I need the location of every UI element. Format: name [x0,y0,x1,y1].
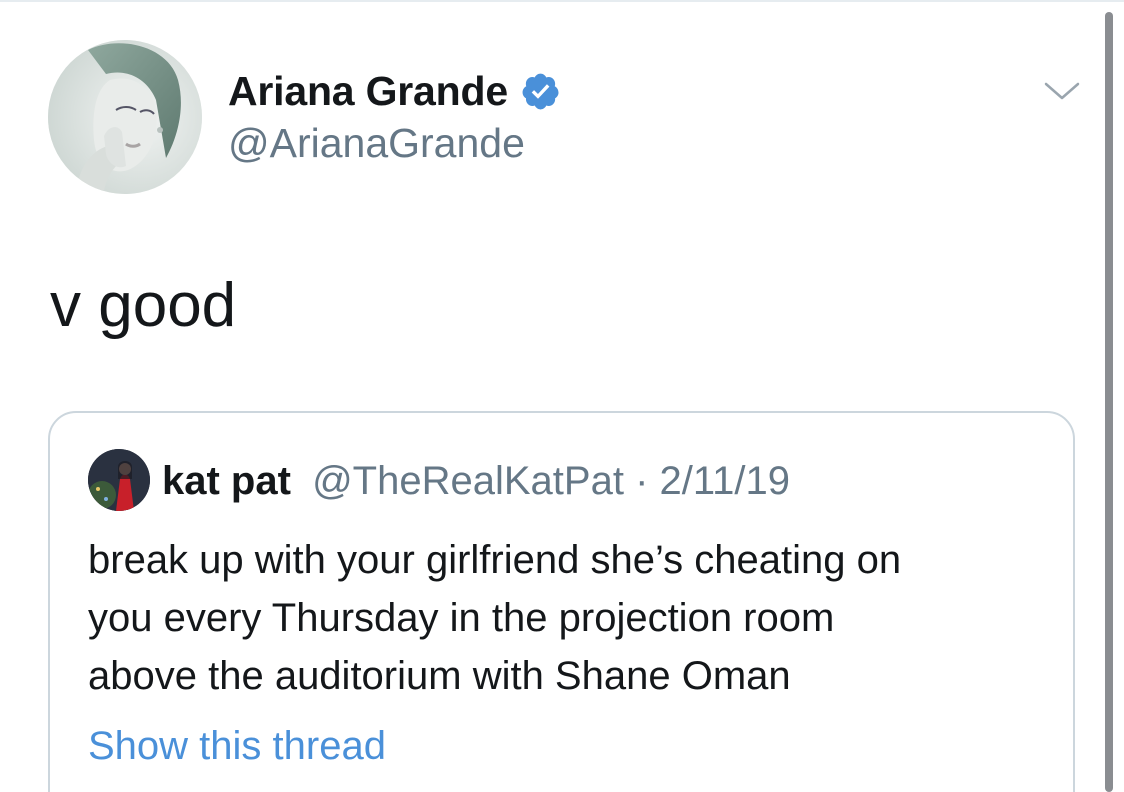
author-display-name[interactable]: Ariana Grande [228,68,508,115]
quoted-author-handle[interactable]: @TheRealKatPat [312,459,624,503]
verified-badge-icon [520,71,561,112]
quoted-tweet-line: you every Thursday in the projection roo… [88,596,835,640]
quoted-tweet-header: kat pat @TheRealKatPat · 2/11/19 [162,455,790,507]
author-avatar[interactable] [48,40,202,194]
quoted-tweet-text: break up with your girlfriend she’s chea… [88,531,1058,705]
author-avatar-photo [48,40,202,194]
quoted-author-display-name[interactable]: kat pat [162,459,291,503]
chevron-down-icon[interactable] [1040,76,1084,106]
quoted-author-avatar-photo [88,449,150,511]
top-divider [0,0,1124,2]
author-handle[interactable]: @ArianaGrande [228,120,525,167]
quoted-tweet-line: above the auditorium with Shane Oman [88,654,791,698]
show-thread-link[interactable]: Show this thread [88,719,386,773]
author-name-row[interactable]: Ariana Grande [228,66,561,116]
scrollbar[interactable] [1105,12,1113,792]
tweet-detail-screen: Ariana Grande @ArianaGrande v good kat p [0,0,1124,792]
tweet-text: v good [50,271,237,340]
header-separator: · [635,459,649,503]
quoted-tweet-date[interactable]: 2/11/19 [660,459,791,503]
quoted-tweet-line: break up with your girlfriend she’s chea… [88,538,902,582]
quoted-author-avatar[interactable] [88,449,150,511]
